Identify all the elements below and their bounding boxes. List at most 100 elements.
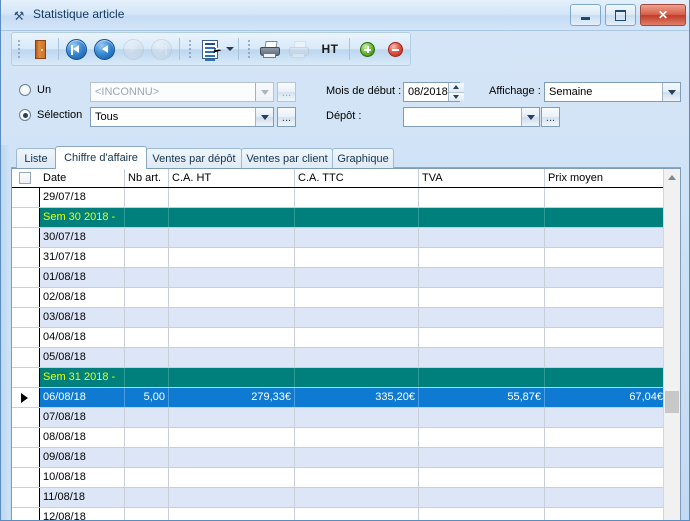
table-row[interactable]: Sem 31 2018 - [12,368,667,388]
tab-liste[interactable]: Liste [16,148,56,168]
row-selector[interactable] [12,268,40,287]
selection-browse-button[interactable]: ... [277,107,296,127]
mois-debut-spinner[interactable]: 08/2018 [403,82,460,102]
mois-debut-spin-buttons [448,83,464,101]
tab-ventes-par-client[interactable]: Ventes par client [241,148,333,168]
mois-debut-increment[interactable] [449,83,464,92]
depot-combo-dropdown[interactable] [521,108,539,126]
window-controls: ✕ [570,4,686,26]
radio-selection[interactable] [19,109,31,121]
depot-combo[interactable] [403,107,540,127]
depot-browse-button[interactable]: ... [541,107,560,127]
table-row[interactable]: 07/08/18 [12,408,667,428]
toolbar-grip[interactable] [16,38,24,60]
toolbar-divider [58,38,59,60]
data-grid: DateNb art.C.A. HTC.A. TTCTVAPrix moyen … [11,168,681,521]
close-button[interactable]: ✕ [640,4,686,26]
table-row[interactable]: 01/08/18 [12,268,667,288]
table-row[interactable]: 31/07/18 [12,248,667,268]
table-row[interactable]: 30/07/18 [12,228,667,248]
row-selector[interactable] [12,508,40,521]
row-selector[interactable] [12,368,40,387]
row-selector[interactable] [12,228,40,247]
select-all-checkbox[interactable] [19,172,31,184]
vertical-scrollbar[interactable] [663,169,680,521]
report-button[interactable] [197,35,222,63]
cell-prix [545,288,667,307]
column-header-tva[interactable]: TVA [419,169,545,187]
grid-body[interactable]: 29/07/18Sem 30 2018 -30/07/1831/07/1801/… [12,188,680,521]
column-header-date[interactable]: Date [40,169,125,187]
table-row[interactable]: 11/08/18 [12,488,667,508]
table-row[interactable]: 06/08/185,00279,33€335,20€55,87€67,04€ [12,388,667,408]
row-selector[interactable] [12,248,40,267]
table-row[interactable]: 05/08/18 [12,348,667,368]
column-header-prix[interactable]: Prix moyen [545,169,667,187]
table-row[interactable]: 03/08/18 [12,308,667,328]
cell-caht: 279,33€ [169,388,295,407]
row-selector[interactable] [12,308,40,327]
exit-button[interactable] [27,35,55,63]
cell-tva [419,428,545,447]
ht-toggle-button[interactable]: HT [314,35,346,63]
selection-combo-dropdown[interactable] [255,108,273,126]
row-selector[interactable] [12,348,40,367]
scrollbar-thumb[interactable] [665,391,679,413]
affichage-combo[interactable]: Semaine [544,82,681,102]
toolbar-grip[interactable] [187,38,195,60]
radio-un[interactable] [19,84,31,96]
previous-record-button[interactable] [90,35,118,63]
column-header-nb[interactable]: Nb art. [125,169,169,187]
cell-nb [125,208,169,227]
toolbar-grip[interactable] [246,38,254,60]
table-row[interactable]: 02/08/18 [12,288,667,308]
maximize-button[interactable] [605,4,636,26]
tab-chiffre-d-affaire[interactable]: Chiffre d'affaire [55,146,147,169]
tab-label: Ventes par dépôt [152,153,235,165]
cell-nb [125,408,169,427]
column-header-cattc[interactable]: C.A. TTC [295,169,419,187]
row-selector[interactable] [12,388,40,407]
table-row[interactable]: 04/08/18 [12,328,667,348]
table-row[interactable]: 29/07/18 [12,188,667,208]
remove-button[interactable] [382,35,410,63]
scroll-up-button[interactable] [664,169,680,186]
cell-caht [169,188,295,207]
minimize-button[interactable] [570,4,601,26]
first-record-button[interactable] [62,35,90,63]
article-combo[interactable]: <INCONNU> [90,82,274,102]
affichage-combo-dropdown[interactable] [662,83,680,101]
cell-cattc [295,188,419,207]
cell-date: 30/07/18 [40,228,125,247]
print-preview-button[interactable] [285,35,313,63]
mois-debut-decrement[interactable] [449,92,464,102]
table-row[interactable]: 12/08/18 [12,508,667,521]
article-browse-button[interactable]: ... [277,82,296,102]
add-button[interactable] [353,35,381,63]
report-dropdown-button[interactable] [222,35,235,63]
table-row[interactable]: Sem 30 2018 - [12,208,667,228]
row-selector[interactable] [12,328,40,347]
row-selector[interactable] [12,428,40,447]
last-record-button[interactable] [147,35,175,63]
row-selector[interactable] [12,488,40,507]
minus-circle-icon [388,42,403,57]
row-selector[interactable] [12,288,40,307]
next-record-button[interactable] [119,35,147,63]
row-selector[interactable] [12,468,40,487]
row-selector[interactable] [12,208,40,227]
print-button[interactable] [257,35,285,63]
column-header-caht[interactable]: C.A. HT [169,169,295,187]
cell-cattc [295,288,419,307]
tab-ventes-par-d-p-t[interactable]: Ventes par dépôt [146,148,242,168]
table-row[interactable]: 09/08/18 [12,448,667,468]
table-row[interactable]: 10/08/18 [12,468,667,488]
cell-nb [125,468,169,487]
row-selector[interactable] [12,408,40,427]
tab-graphique[interactable]: Graphique [332,148,394,168]
row-selector[interactable] [12,448,40,467]
row-selector[interactable] [12,188,40,207]
article-combo-dropdown[interactable] [255,83,273,101]
table-row[interactable]: 08/08/18 [12,428,667,448]
selection-combo[interactable]: Tous [90,107,274,127]
